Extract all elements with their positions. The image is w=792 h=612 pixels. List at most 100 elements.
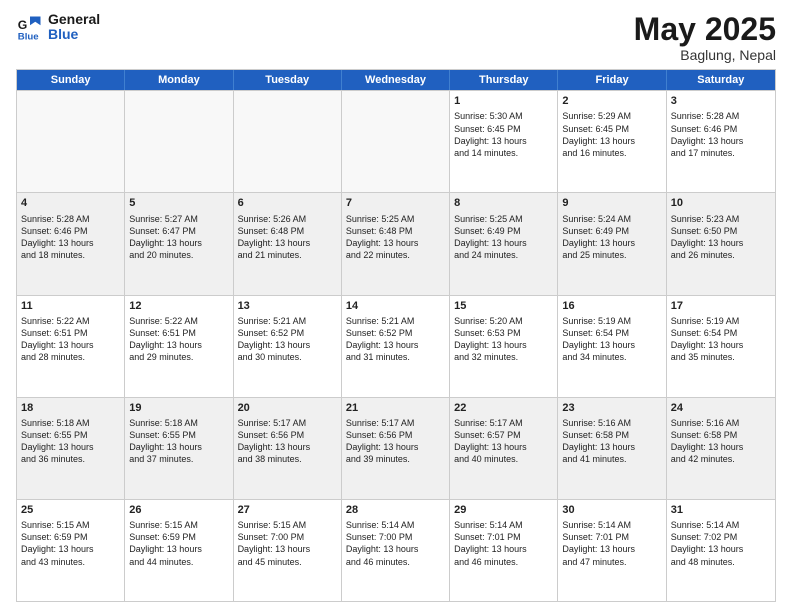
day-number-25: 25 — [21, 503, 120, 517]
cal-cell-3-6: 24 Sunrise: 5:16 AM Sunset: 6:58 PM Dayli… — [667, 398, 775, 499]
day-info-7: Sunrise: 5:25 AM Sunset: 6:48 PM Dayligh… — [346, 213, 445, 262]
cal-cell-2-3: 14 Sunrise: 5:21 AM Sunset: 6:52 PM Dayli… — [342, 296, 450, 397]
week-row-1: 1 Sunrise: 5:30 AM Sunset: 6:45 PM Daylig… — [17, 90, 775, 192]
cal-cell-0-3 — [342, 91, 450, 192]
day-number-30: 30 — [562, 503, 661, 517]
day-info-28: Sunrise: 5:14 AM Sunset: 7:00 PM Dayligh… — [346, 519, 445, 568]
cal-cell-4-1: 26Sunrise: 5:15 AM Sunset: 6:59 PM Dayli… — [125, 500, 233, 601]
header-tuesday: Tuesday — [234, 70, 342, 90]
header-saturday: Saturday — [667, 70, 775, 90]
week-row-3: 11 Sunrise: 5:22 AM Sunset: 6:51 PM Dayli… — [17, 295, 775, 397]
day-number-16: 16 — [562, 299, 661, 313]
logo: G Blue General Blue — [16, 12, 100, 43]
cal-cell-1-5: 9 Sunrise: 5:24 AM Sunset: 6:49 PM Daylig… — [558, 193, 666, 294]
day-info-10: Sunrise: 5:23 AM Sunset: 6:50 PM Dayligh… — [671, 213, 771, 262]
cal-cell-1-3: 7 Sunrise: 5:25 AM Sunset: 6:48 PM Daylig… — [342, 193, 450, 294]
logo-line1: General — [48, 12, 100, 27]
cal-cell-2-1: 12 Sunrise: 5:22 AM Sunset: 6:51 PM Dayli… — [125, 296, 233, 397]
logo-line2: Blue — [48, 27, 100, 42]
day-number-23: 23 — [562, 401, 661, 415]
page: G Blue General Blue May 2025 Baglung, Ne… — [0, 0, 792, 612]
day-number-4: 4 — [21, 196, 120, 210]
day-info-21: Sunrise: 5:17 AM Sunset: 6:56 PM Dayligh… — [346, 417, 445, 466]
day-number-22: 22 — [454, 401, 553, 415]
day-info-30: Sunrise: 5:14 AM Sunset: 7:01 PM Dayligh… — [562, 519, 661, 568]
day-info-12: Sunrise: 5:22 AM Sunset: 6:51 PM Dayligh… — [129, 315, 228, 364]
day-info-1: Sunrise: 5:30 AM Sunset: 6:45 PM Dayligh… — [454, 110, 553, 159]
day-number-12: 12 — [129, 299, 228, 313]
day-number-31: 31 — [671, 503, 771, 517]
day-number-9: 9 — [562, 196, 661, 210]
header-monday: Monday — [125, 70, 233, 90]
cal-cell-1-4: 8 Sunrise: 5:25 AM Sunset: 6:49 PM Daylig… — [450, 193, 558, 294]
day-number-20: 20 — [238, 401, 337, 415]
cal-cell-3-4: 22 Sunrise: 5:17 AM Sunset: 6:57 PM Dayli… — [450, 398, 558, 499]
day-info-9: Sunrise: 5:24 AM Sunset: 6:49 PM Dayligh… — [562, 213, 661, 262]
day-info-29: Sunrise: 5:14 AM Sunset: 7:01 PM Dayligh… — [454, 519, 553, 568]
day-number-19: 19 — [129, 401, 228, 415]
day-number-29: 29 — [454, 503, 553, 517]
day-number-14: 14 — [346, 299, 445, 313]
cal-cell-4-5: 30 Sunrise: 5:14 AM Sunset: 7:01 PM Dayli… — [558, 500, 666, 601]
calendar: Sunday Monday Tuesday Wednesday Thursday… — [16, 69, 776, 602]
calendar-header: Sunday Monday Tuesday Wednesday Thursday… — [17, 70, 775, 90]
day-info-11: Sunrise: 5:22 AM Sunset: 6:51 PM Dayligh… — [21, 315, 120, 364]
day-info-8: Sunrise: 5:25 AM Sunset: 6:49 PM Dayligh… — [454, 213, 553, 262]
day-number-17: 17 — [671, 299, 771, 313]
day-number-6: 6 — [238, 196, 337, 210]
svg-text:Blue: Blue — [18, 32, 39, 42]
cal-cell-3-1: 19Sunrise: 5:18 AM Sunset: 6:55 PM Dayli… — [125, 398, 233, 499]
week-row-5: 25 Sunrise: 5:15 AM Sunset: 6:59 PM Dayli… — [17, 499, 775, 601]
cal-cell-0-0 — [17, 91, 125, 192]
cal-cell-2-0: 11 Sunrise: 5:22 AM Sunset: 6:51 PM Dayli… — [17, 296, 125, 397]
day-info-15: Sunrise: 5:20 AM Sunset: 6:53 PM Dayligh… — [454, 315, 553, 364]
svg-text:G: G — [18, 18, 28, 32]
day-info-2: Sunrise: 5:29 AM Sunset: 6:45 PM Dayligh… — [562, 110, 661, 159]
day-number-3: 3 — [671, 94, 771, 108]
day-number-27: 27 — [238, 503, 337, 517]
cal-cell-3-3: 21Sunrise: 5:17 AM Sunset: 6:56 PM Dayli… — [342, 398, 450, 499]
cal-cell-2-2: 13Sunrise: 5:21 AM Sunset: 6:52 PM Dayli… — [234, 296, 342, 397]
cal-cell-3-2: 20 Sunrise: 5:17 AM Sunset: 6:56 PM Dayli… — [234, 398, 342, 499]
week-row-2: 4 Sunrise: 5:28 AM Sunset: 6:46 PM Daylig… — [17, 192, 775, 294]
day-info-23: Sunrise: 5:16 AM Sunset: 6:58 PM Dayligh… — [562, 417, 661, 466]
day-number-11: 11 — [21, 299, 120, 313]
day-info-4: Sunrise: 5:28 AM Sunset: 6:46 PM Dayligh… — [21, 213, 120, 262]
cal-cell-0-4: 1 Sunrise: 5:30 AM Sunset: 6:45 PM Daylig… — [450, 91, 558, 192]
cal-cell-3-0: 18Sunrise: 5:18 AM Sunset: 6:55 PM Dayli… — [17, 398, 125, 499]
day-info-25: Sunrise: 5:15 AM Sunset: 6:59 PM Dayligh… — [21, 519, 120, 568]
day-number-24: 24 — [671, 401, 771, 415]
logo-icon: G Blue — [16, 13, 44, 41]
cal-cell-3-5: 23 Sunrise: 5:16 AM Sunset: 6:58 PM Dayli… — [558, 398, 666, 499]
day-number-8: 8 — [454, 196, 553, 210]
cal-cell-1-1: 5Sunrise: 5:27 AM Sunset: 6:47 PM Daylig… — [125, 193, 233, 294]
day-info-27: Sunrise: 5:15 AM Sunset: 7:00 PM Dayligh… — [238, 519, 337, 568]
cal-cell-4-4: 29 Sunrise: 5:14 AM Sunset: 7:01 PM Dayli… — [450, 500, 558, 601]
day-info-13: Sunrise: 5:21 AM Sunset: 6:52 PM Dayligh… — [238, 315, 337, 364]
cal-cell-4-6: 31 Sunrise: 5:14 AM Sunset: 7:02 PM Dayli… — [667, 500, 775, 601]
header-friday: Friday — [558, 70, 666, 90]
day-info-6: Sunrise: 5:26 AM Sunset: 6:48 PM Dayligh… — [238, 213, 337, 262]
cal-cell-2-5: 16 Sunrise: 5:19 AM Sunset: 6:54 PM Dayli… — [558, 296, 666, 397]
day-number-7: 7 — [346, 196, 445, 210]
header-thursday: Thursday — [450, 70, 558, 90]
day-info-17: Sunrise: 5:19 AM Sunset: 6:54 PM Dayligh… — [671, 315, 771, 364]
cal-cell-1-0: 4 Sunrise: 5:28 AM Sunset: 6:46 PM Daylig… — [17, 193, 125, 294]
day-info-24: Sunrise: 5:16 AM Sunset: 6:58 PM Dayligh… — [671, 417, 771, 466]
subtitle: Baglung, Nepal — [634, 47, 776, 63]
cal-cell-4-0: 25 Sunrise: 5:15 AM Sunset: 6:59 PM Dayli… — [17, 500, 125, 601]
day-info-31: Sunrise: 5:14 AM Sunset: 7:02 PM Dayligh… — [671, 519, 771, 568]
day-number-10: 10 — [671, 196, 771, 210]
cal-cell-0-6: 3Sunrise: 5:28 AM Sunset: 6:46 PM Daylig… — [667, 91, 775, 192]
day-number-1: 1 — [454, 94, 553, 108]
cal-cell-4-2: 27 Sunrise: 5:15 AM Sunset: 7:00 PM Dayli… — [234, 500, 342, 601]
cal-cell-2-6: 17 Sunrise: 5:19 AM Sunset: 6:54 PM Dayli… — [667, 296, 775, 397]
header-sunday: Sunday — [17, 70, 125, 90]
cal-cell-2-4: 15Sunrise: 5:20 AM Sunset: 6:53 PM Dayli… — [450, 296, 558, 397]
day-info-22: Sunrise: 5:17 AM Sunset: 6:57 PM Dayligh… — [454, 417, 553, 466]
day-info-20: Sunrise: 5:17 AM Sunset: 6:56 PM Dayligh… — [238, 417, 337, 466]
cal-cell-4-3: 28Sunrise: 5:14 AM Sunset: 7:00 PM Dayli… — [342, 500, 450, 601]
cal-cell-0-5: 2Sunrise: 5:29 AM Sunset: 6:45 PM Daylig… — [558, 91, 666, 192]
day-info-16: Sunrise: 5:19 AM Sunset: 6:54 PM Dayligh… — [562, 315, 661, 364]
day-info-14: Sunrise: 5:21 AM Sunset: 6:52 PM Dayligh… — [346, 315, 445, 364]
